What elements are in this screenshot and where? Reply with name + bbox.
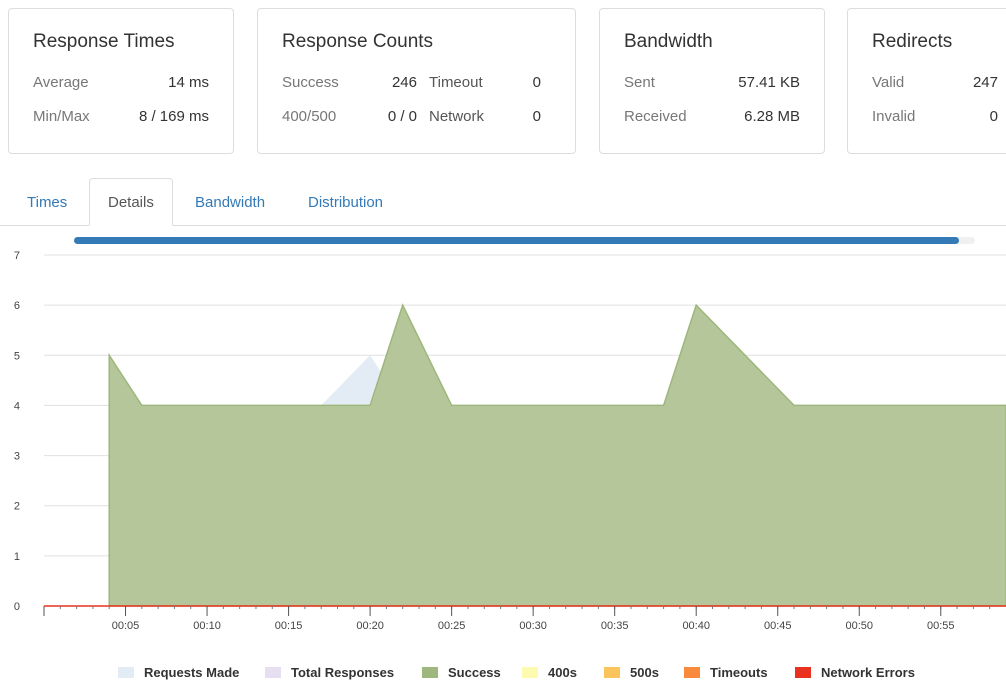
series-success [108, 303, 1006, 607]
legend-label: 500s [630, 664, 659, 680]
sent-value: 57.41 KB [738, 74, 800, 91]
legend-swatch [604, 666, 620, 678]
x-tick-label: 00:15 [275, 620, 303, 632]
x-tick-label: 00:10 [193, 620, 221, 632]
legend-item[interactable]: Requests Made [118, 663, 239, 681]
minmax-label: Min/Max [33, 108, 90, 125]
network-value: 0 [532, 108, 541, 125]
legend-label: Network Errors [821, 664, 915, 680]
y-tick-label: 1 [14, 551, 20, 563]
legend-item[interactable]: Network Errors [795, 663, 915, 681]
minmax-value: 8 / 169 ms [138, 108, 209, 125]
invalid-value: 0 [989, 108, 998, 125]
card-title: Response Times [33, 31, 175, 52]
400-500-value: 0 / 0 [387, 108, 417, 125]
x-tick-label: 00:55 [927, 620, 955, 632]
received-label: Received [624, 108, 687, 125]
response-times-card: Response Times Average 14 ms Min/Max 8 /… [8, 8, 234, 154]
x-tick-label: 00:30 [519, 620, 547, 632]
legend-swatch [795, 666, 811, 678]
x-tick-label: 00:45 [764, 620, 792, 632]
legend-item[interactable]: 500s [604, 663, 659, 681]
invalid-label: Invalid [872, 108, 916, 125]
legend-item[interactable]: Timeouts [684, 663, 768, 681]
legend-item[interactable]: 400s [522, 663, 577, 681]
x-tick-label: 00:05 [112, 620, 140, 632]
legend-swatch [422, 666, 438, 678]
legend-swatch [265, 666, 281, 678]
legend-swatch [118, 666, 134, 678]
legend-swatch [684, 666, 700, 678]
y-tick-label: 2 [14, 501, 20, 513]
x-tick-label: 00:50 [845, 620, 873, 632]
y-tick-label: 5 [14, 350, 20, 362]
success-label: Success [282, 74, 339, 91]
card-title: Redirects [872, 31, 953, 52]
timeout-label: Timeout [429, 74, 483, 91]
tab-details[interactable]: Details [108, 194, 154, 211]
y-tick-label: 0 [14, 601, 20, 613]
tab-distribution[interactable]: Distribution [308, 194, 383, 211]
average-label: Average [33, 74, 89, 91]
valid-value: 247 [972, 74, 998, 91]
card-title: Response Counts [282, 31, 434, 52]
x-tick-label: 00:40 [682, 620, 710, 632]
network-label: Network [429, 108, 485, 125]
x-tick-label: 00:35 [601, 620, 629, 632]
y-tick-label: 3 [14, 451, 20, 463]
redirects-card: Redirects Valid 247 Invalid 0 [847, 8, 1006, 154]
valid-label: Valid [872, 74, 905, 91]
card-title: Bandwidth [624, 31, 713, 52]
legend-label: Total Responses [291, 664, 395, 680]
legend-label: Success [448, 664, 501, 680]
x-tick-label: 00:25 [438, 620, 466, 632]
details-chart: 0 1 2 3 4 5 6 7 00:05 00:10 00:15 00:20 00:25 00:30 00… [14, 250, 1006, 632]
y-tick-label: 6 [14, 300, 20, 312]
x-tick-label: 00:20 [356, 620, 384, 632]
sent-label: Sent [624, 74, 655, 91]
legend-swatch [522, 666, 538, 678]
legend-item[interactable]: Total Responses [265, 663, 394, 681]
tab-bandwidth[interactable]: Bandwidth [195, 194, 265, 211]
success-value: 246 [391, 74, 417, 91]
legend-label: 400s [548, 664, 577, 680]
legend-item[interactable]: Success [422, 663, 501, 681]
y-tick-label: 4 [14, 400, 20, 412]
chart-legend: Requests Made Total Responses Success 400s 5… [0, 663, 1006, 683]
average-value: 14 ms [168, 74, 209, 91]
y-tick-label: 7 [14, 250, 20, 262]
progress-bar-fill [74, 237, 959, 244]
progress-bar [74, 237, 975, 244]
legend-label: Timeouts [710, 664, 768, 680]
timeout-value: 0 [532, 74, 541, 91]
received-value: 6.28 MB [744, 108, 800, 125]
400-500-label: 400/500 [282, 108, 337, 125]
bandwidth-card: Bandwidth Sent 57.41 KB Received 6.28 MB [599, 8, 825, 154]
legend-label: Requests Made [144, 664, 240, 680]
tab-times[interactable]: Times [27, 194, 67, 211]
response-counts-card: Response Counts Success 246 Timeout 0 40… [257, 8, 576, 154]
